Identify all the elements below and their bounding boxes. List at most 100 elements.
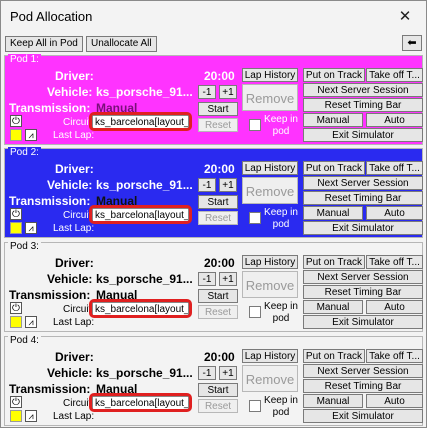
circuit-label: Circuit:: [63, 398, 95, 409]
manual-button[interactable]: Manual: [303, 113, 363, 127]
vehicle-value: ks_porsche_91...: [96, 85, 193, 99]
power-icon[interactable]: ⏻: [10, 115, 22, 127]
start-button[interactable]: Start: [198, 195, 238, 209]
session-time: 20:00: [204, 350, 235, 364]
transmission-label: Transmission:: [9, 288, 91, 302]
keep-in-pod-checkbox[interactable]: [249, 119, 261, 131]
keep-in-pod-checkbox[interactable]: [249, 212, 261, 224]
put-on-track-button[interactable]: Put on Track: [303, 255, 365, 269]
take-off-track-button[interactable]: Take off T...: [366, 255, 423, 269]
unallocate-all-button[interactable]: Unallocate All: [86, 36, 157, 52]
manual-button[interactable]: Manual: [303, 300, 363, 314]
exit-simulator-button[interactable]: Exit Simulator: [303, 128, 423, 142]
auto-button[interactable]: Auto: [366, 113, 423, 127]
start-button[interactable]: Start: [198, 383, 238, 397]
transmission-value: Manual: [96, 382, 138, 396]
driver-label: Driver:: [55, 256, 94, 270]
remove-button[interactable]: Remove: [242, 177, 298, 204]
take-off-track-button[interactable]: Take off T...: [366, 349, 423, 363]
circuit-field[interactable]: ks_barcelona[layout_...: [92, 115, 189, 129]
minus-one-button[interactable]: -1: [198, 178, 216, 192]
plus-one-button[interactable]: +1: [219, 366, 237, 380]
manual-button[interactable]: Manual: [303, 206, 363, 220]
last-lap-label: Last Lap:: [53, 130, 95, 141]
back-arrow-icon[interactable]: ⬅: [402, 35, 422, 51]
put-on-track-button[interactable]: Put on Track: [303, 161, 365, 175]
pod-2-panel: Pod 2: Driver: Vehicle: ks_porsche_91...…: [4, 147, 423, 238]
next-server-session-button[interactable]: Next Server Session: [303, 270, 423, 284]
circuit-field[interactable]: ks_barcelona[layout_...: [92, 208, 189, 222]
lap-history-button[interactable]: Lap History: [242, 161, 298, 175]
color-swatch-icon[interactable]: [10, 222, 22, 234]
start-button[interactable]: Start: [198, 102, 238, 116]
vehicle-label: Vehicle:: [47, 272, 93, 286]
lap-history-button[interactable]: Lap History: [242, 349, 298, 363]
next-server-session-button[interactable]: Next Server Session: [303, 83, 423, 97]
circuit-field[interactable]: ks_barcelona[layout_...: [92, 302, 189, 316]
reset-button[interactable]: Reset: [198, 211, 238, 225]
pod-label: Pod 3:: [8, 241, 41, 252]
reset-button[interactable]: Reset: [198, 399, 238, 413]
chart-icon[interactable]: ⩘: [25, 410, 37, 422]
session-time: 20:00: [204, 162, 235, 176]
last-lap-label: Last Lap:: [53, 223, 95, 234]
power-icon[interactable]: ⏻: [10, 208, 22, 220]
window-title: Pod Allocation: [10, 9, 93, 24]
plus-one-button[interactable]: +1: [219, 85, 237, 99]
reset-timing-bar-button[interactable]: Reset Timing Bar: [303, 285, 423, 299]
chart-icon[interactable]: ⩘: [25, 222, 37, 234]
start-button[interactable]: Start: [198, 289, 238, 303]
reset-button[interactable]: Reset: [198, 305, 238, 319]
chart-icon[interactable]: ⩘: [25, 129, 37, 141]
minus-one-button[interactable]: -1: [198, 272, 216, 286]
close-icon[interactable]: ✕: [392, 5, 418, 29]
power-icon[interactable]: ⏻: [10, 396, 22, 408]
auto-button[interactable]: Auto: [366, 206, 423, 220]
lap-history-button[interactable]: Lap History: [242, 255, 298, 269]
keep-in-pod-label: Keep in pod: [264, 395, 298, 418]
manual-button[interactable]: Manual: [303, 394, 363, 408]
take-off-track-button[interactable]: Take off T...: [366, 68, 423, 82]
reset-button[interactable]: Reset: [198, 118, 238, 132]
circuit-field[interactable]: ks_barcelona[layout_...: [92, 396, 189, 410]
take-off-track-button[interactable]: Take off T...: [366, 161, 423, 175]
transmission-value: Manual: [96, 288, 138, 302]
pod-1-panel: Pod 1: Driver: Vehicle: ks_porsche_91...…: [4, 54, 423, 145]
minus-one-button[interactable]: -1: [198, 366, 216, 380]
exit-simulator-button[interactable]: Exit Simulator: [303, 221, 423, 235]
chart-icon[interactable]: ⩘: [25, 316, 37, 328]
color-swatch-icon[interactable]: [10, 316, 22, 328]
reset-timing-bar-button[interactable]: Reset Timing Bar: [303, 379, 423, 393]
pod-label: Pod 1:: [8, 54, 41, 65]
plus-one-button[interactable]: +1: [219, 272, 237, 286]
keep-all-in-pod-button[interactable]: Keep All in Pod: [5, 36, 83, 52]
plus-one-button[interactable]: +1: [219, 178, 237, 192]
circuit-label: Circuit:: [63, 304, 95, 315]
remove-button[interactable]: Remove: [242, 271, 298, 298]
exit-simulator-button[interactable]: Exit Simulator: [303, 409, 423, 423]
next-server-session-button[interactable]: Next Server Session: [303, 364, 423, 378]
keep-in-pod-checkbox[interactable]: [249, 400, 261, 412]
auto-button[interactable]: Auto: [366, 300, 423, 314]
put-on-track-button[interactable]: Put on Track: [303, 68, 365, 82]
next-server-session-button[interactable]: Next Server Session: [303, 176, 423, 190]
reset-timing-bar-button[interactable]: Reset Timing Bar: [303, 98, 423, 112]
transmission-value: Manual: [96, 194, 138, 208]
put-on-track-button[interactable]: Put on Track: [303, 349, 365, 363]
driver-label: Driver:: [55, 162, 94, 176]
minus-one-button[interactable]: -1: [198, 85, 216, 99]
exit-simulator-button[interactable]: Exit Simulator: [303, 315, 423, 329]
circuit-label: Circuit:: [63, 210, 95, 221]
color-swatch-icon[interactable]: [10, 129, 22, 141]
remove-button[interactable]: Remove: [242, 365, 298, 392]
transmission-label: Transmission:: [9, 382, 91, 396]
auto-button[interactable]: Auto: [366, 394, 423, 408]
lap-history-button[interactable]: Lap History: [242, 68, 298, 82]
power-icon[interactable]: ⏻: [10, 302, 22, 314]
reset-timing-bar-button[interactable]: Reset Timing Bar: [303, 191, 423, 205]
pod-4-panel: Pod 4: Driver: Vehicle: ks_porsche_91...…: [4, 335, 423, 426]
color-swatch-icon[interactable]: [10, 410, 22, 422]
remove-button[interactable]: Remove: [242, 84, 298, 111]
title-bar: Pod Allocation ✕: [1, 1, 426, 33]
keep-in-pod-checkbox[interactable]: [249, 306, 261, 318]
